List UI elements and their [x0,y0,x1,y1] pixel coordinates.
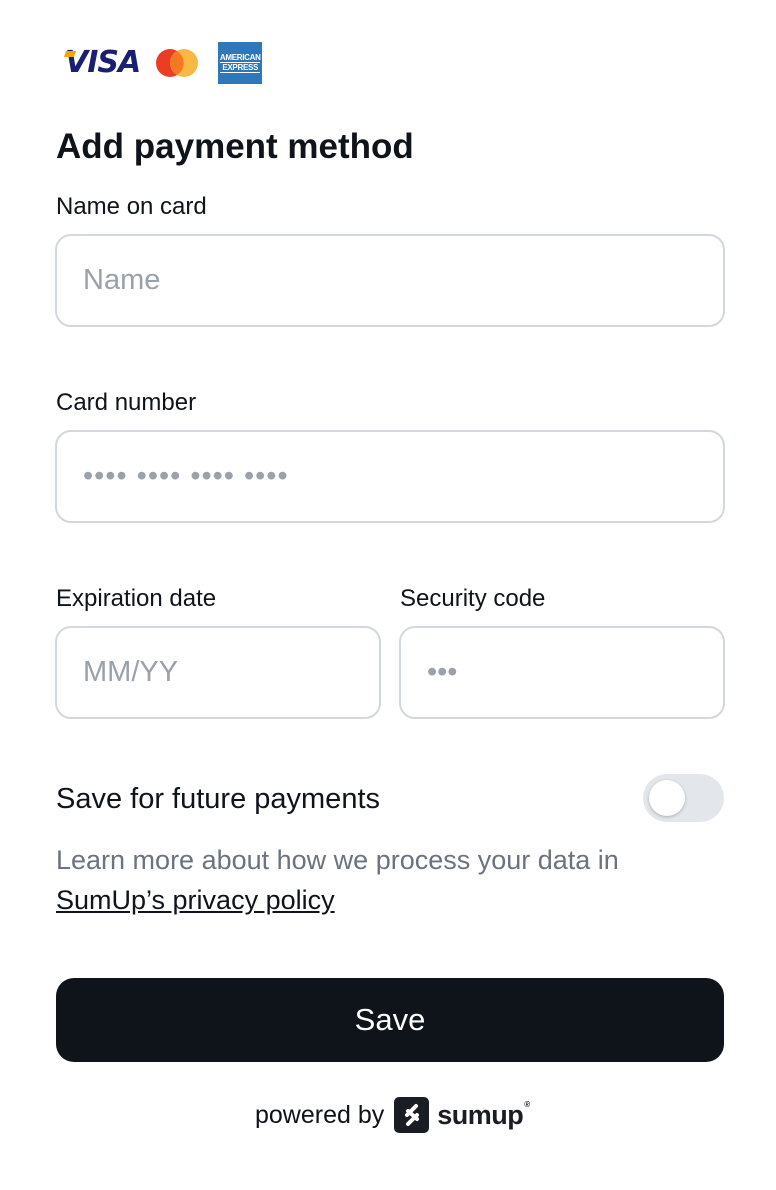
powered-by-footer: powered by sumup® [255,1096,530,1134]
amex-line1: AMERICAN [219,53,261,62]
privacy-policy-link[interactable]: SumUp’s privacy policy [56,885,335,915]
privacy-notice-text: Learn more about how we process your dat… [56,845,619,875]
expiration-date-input[interactable] [55,626,381,719]
security-code-label: Security code [400,585,546,612]
mastercard-logo [156,49,199,77]
privacy-notice: Learn more about how we process your dat… [56,840,716,920]
sumup-logo-icon [394,1097,430,1133]
save-future-payments-toggle[interactable] [643,774,724,822]
amex-logo: AMERICAN EXPRESS [218,42,263,84]
sumup-s-glyph [404,1104,419,1126]
save-button[interactable]: Save [56,978,724,1062]
expiration-date-label: Expiration date [56,585,217,612]
save-future-payments-label: Save for future payments [56,783,380,815]
accepted-cards: VISA AMERICAN EXPRESS [63,42,263,84]
powered-by-text: powered by [255,1100,385,1129]
registered-mark-icon: ® [524,1099,530,1109]
card-number-label: Card number [56,389,197,416]
toggle-knob [649,780,685,816]
sumup-wordmark-text: sumup [437,1099,524,1130]
name-on-card-label: Name on card [56,193,207,220]
card-number-input[interactable] [55,430,725,523]
amex-line2: EXPRESS [220,62,261,73]
security-code-input[interactable] [399,626,725,719]
sumup-wordmark: sumup® [437,1099,530,1131]
visa-logo: VISA [63,48,141,78]
page-title: Add payment method [56,127,414,166]
name-on-card-input[interactable] [55,234,725,327]
